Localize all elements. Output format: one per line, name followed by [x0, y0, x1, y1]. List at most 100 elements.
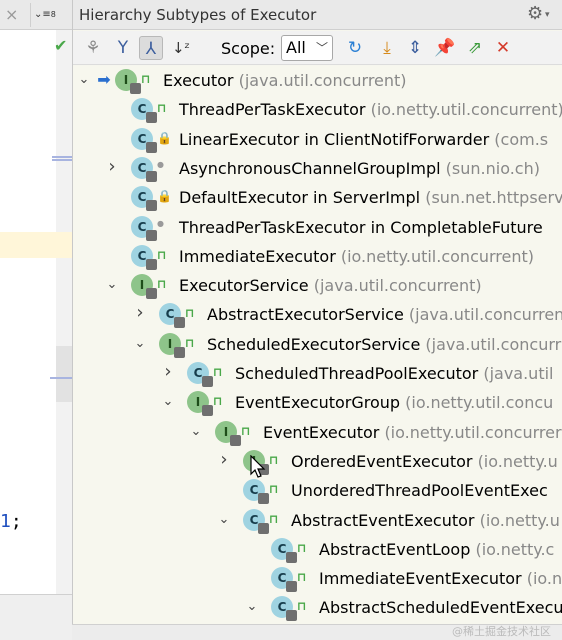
package-name: (java.util.concurren: [408, 305, 562, 325]
editor-tab-bar: × ⌄≡8: [0, 0, 72, 30]
tree-node-label: ImmediateEventExecutor (io.n: [319, 569, 562, 588]
chevron-right-icon[interactable]: ›: [133, 302, 147, 323]
type-name: AbstractExecutorService: [207, 305, 404, 325]
tree-node[interactable]: ⌄ ➡ I ⊓ Executor (java.util.concurrent): [73, 66, 562, 95]
tree-node[interactable]: C ⊓ UnorderedThreadPoolEventExec: [73, 476, 562, 505]
close-tab-icon[interactable]: ×: [5, 5, 18, 24]
tree-node-label: AsynchronousChannelGroupImpl (sun.nio.ch…: [179, 159, 540, 178]
sort-alphabetically-icon[interactable]: ↓ᶻ: [169, 36, 193, 60]
gear-dropdown-icon[interactable]: ▾: [545, 10, 550, 20]
chevron-down-icon[interactable]: ⌄: [161, 394, 175, 409]
class-hierarchy-icon[interactable]: ⅄: [139, 36, 163, 60]
open-in-new-icon[interactable]: ⇗: [463, 36, 487, 60]
chevron-right-icon[interactable]: ›: [161, 361, 175, 382]
class-icon: C: [159, 303, 185, 329]
type-name: ExecutorService: [179, 276, 309, 296]
chevron-down-icon[interactable]: ⌄: [245, 599, 259, 614]
type-name: EventExecutorGroup: [235, 393, 401, 413]
hierarchy-panel: Hierarchy Subtypes of Executor ⚙ ▾ ⚘ Y ⅄…: [72, 0, 562, 624]
package-name: (io.n: [526, 569, 562, 589]
type-name: DefaultExecutor in ServerImpl: [179, 188, 421, 208]
tree-node[interactable]: › C ⊓ ScheduledThreadPoolExecutor (java.uti…: [73, 359, 562, 388]
tree-node-label: ScheduledThreadPoolExecutor (java.util: [235, 364, 553, 383]
gear-icon[interactable]: ⚙: [527, 3, 543, 24]
tree-node-label: ExecutorService (java.util.concurrent): [179, 276, 482, 295]
tree-node-label: Executor (java.util.concurrent): [163, 71, 407, 90]
tree-node[interactable]: ›I⊓OrderedEventExecutor (io.netty.u: [73, 447, 562, 476]
refresh-icon[interactable]: ↻: [343, 36, 367, 60]
package-name: (sun.nio.ch): [445, 158, 540, 178]
private-lock-icon: 🔒: [157, 189, 172, 204]
chevron-down-icon[interactable]: ⌄: [105, 277, 119, 292]
tree-node[interactable]: ⌄ C ⊓ AbstractEventExecutor (io.netty.u: [73, 506, 562, 535]
type-name: AbstractEventExecutor: [291, 510, 475, 530]
gutter-scroll-mark: [56, 346, 72, 402]
public-icon: ⊓: [185, 335, 195, 350]
tree-node-label: AbstractScheduledEventExecu: [319, 598, 562, 617]
tabs-menu-button[interactable]: ⌄≡8: [30, 3, 70, 27]
code-number: 1: [0, 511, 11, 532]
pin-icon[interactable]: 📌: [433, 36, 457, 60]
inspection-ok-icon: ✔: [54, 36, 68, 55]
tree-node[interactable]: C ⊓ ImmediateExecutor (io.netty.util.concu…: [73, 242, 562, 271]
tree-node[interactable]: › C ⊓ AbstractExecutorService (java.util.co…: [73, 300, 562, 329]
package-name: (java.util: [483, 364, 554, 383]
package-name: (io.netty.u: [479, 510, 560, 530]
chevron-down-icon[interactable]: ⌄: [133, 336, 147, 351]
chevron-right-icon[interactable]: ›: [105, 156, 119, 177]
tree-node-label: EventExecutorGroup (io.netty.util.concu: [235, 393, 553, 412]
public-icon: ⊓: [241, 423, 251, 438]
type-name: Executor: [163, 71, 234, 90]
tree-node[interactable]: ⌄ I ⊓ EventExecutorGroup (io.netty.util.con…: [73, 388, 562, 417]
private-lock-icon: 🔒: [157, 130, 172, 145]
editor-bottom-strip: [0, 594, 72, 640]
chevron-right-icon[interactable]: ›: [217, 449, 231, 470]
gutter-marker-icon: [52, 156, 72, 161]
type-name: ThreadPerTaskExecutor in CompletableFutu…: [179, 217, 543, 237]
tree-node[interactable]: ⌄ C ⊓ AbstractScheduledEventExecu: [73, 593, 562, 622]
package-name: (com.s: [494, 129, 549, 149]
tree-node[interactable]: C ⊓ ImmediateEventExecutor (io.n: [73, 564, 562, 593]
tree-node[interactable]: ⌄ I ⊓ ExecutorService (java.util.concurrent…: [73, 271, 562, 300]
type-name: ImmediateEventExecutor: [319, 569, 522, 589]
gutter-marker-icon: [50, 377, 72, 379]
chevron-down-icon[interactable]: ⌄: [217, 512, 231, 527]
class-icon: C: [187, 362, 213, 387]
chevron-down-icon: ﹀: [315, 41, 328, 55]
type-name: ScheduledThreadPoolExecutor: [235, 364, 479, 383]
public-icon: ⊓: [269, 452, 279, 467]
public-icon: ⊓: [269, 482, 279, 497]
tree-node[interactable]: C ⊓ ThreadPerTaskExecutor (io.netty.util.c…: [73, 95, 562, 124]
editor-gutter: [56, 30, 72, 620]
interface-icon: I: [187, 391, 213, 417]
subtypes-hierarchy-icon[interactable]: Y: [111, 36, 135, 60]
chevron-down-icon[interactable]: ⌄: [77, 72, 91, 87]
mouse-cursor-icon: [250, 455, 266, 478]
public-icon: ⊓: [213, 365, 223, 379]
close-icon[interactable]: ✕: [491, 36, 515, 60]
scope-select[interactable]: All ﹀: [281, 35, 333, 61]
tree-node[interactable]: ⌄ I ⊓ EventExecutor (io.netty.util.concurre…: [73, 418, 562, 447]
package-name: (java.util.concurrent): [238, 71, 407, 90]
tree-node-label: ScheduledExecutorService (java.util.conc…: [207, 335, 561, 354]
public-icon: ⊓: [297, 599, 307, 614]
tree-node[interactable]: C ⊓ AbstractEventLoop (io.netty.c: [73, 535, 562, 564]
tree-node[interactable]: C 🔒 DefaultExecutor in ServerImpl (sun.net…: [73, 183, 562, 212]
type-name: UnorderedThreadPoolEventExec: [291, 481, 548, 501]
chevron-down-icon[interactable]: ⌄: [189, 424, 203, 439]
tree-node[interactable]: C ● ThreadPerTaskExecutor in CompletableFu…: [73, 213, 562, 242]
editor-pane: × ⌄≡8 ✔ 1;: [0, 0, 72, 640]
interface-icon: I: [215, 420, 241, 446]
package-name: (java.util.concurrent): [313, 276, 482, 296]
tree-node[interactable]: › C ● AsynchronousChannelGroupImpl (sun.nio…: [73, 154, 562, 183]
public-icon: ⊓: [157, 277, 167, 292]
export-icon[interactable]: ⤓: [375, 36, 399, 60]
public-icon: ⊓: [213, 394, 223, 409]
panel-title-bar: Hierarchy Subtypes of Executor ⚙ ▾: [73, 0, 562, 30]
tree-node[interactable]: C 🔒 LinearExecutor in ClientNotifForwarder…: [73, 125, 562, 154]
interface-icon: I: [115, 69, 141, 94]
expand-all-icon[interactable]: ⇕: [403, 36, 427, 60]
supertypes-hierarchy-icon[interactable]: ⚘: [81, 36, 105, 60]
tree-node[interactable]: ⌄ I ⊓ ScheduledExecutorService (java.util.c…: [73, 330, 562, 359]
code-fragment[interactable]: 1;: [0, 511, 22, 532]
